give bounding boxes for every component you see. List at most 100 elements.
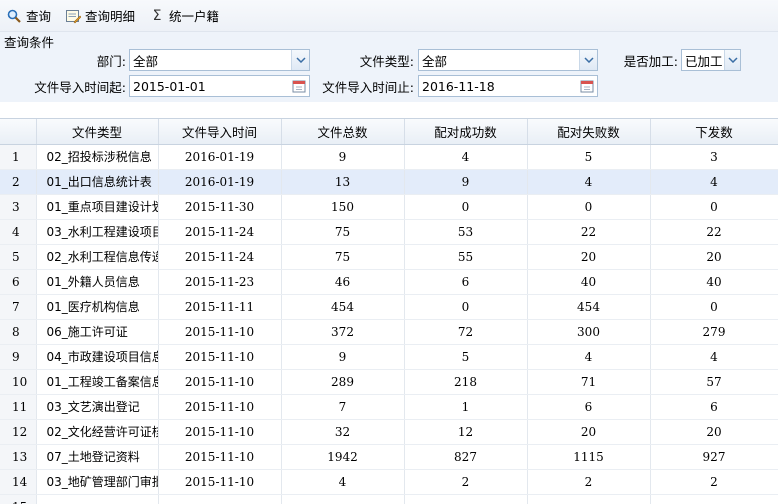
- table-cell: 454: [281, 294, 405, 320]
- table-cell: 2015-11-24: [158, 244, 282, 270]
- sigma-icon: Σ: [152, 7, 162, 24]
- table-cell: 4: [527, 169, 651, 195]
- table-cell: 1: [404, 394, 528, 420]
- table-row[interactable]: 15: [0, 494, 778, 504]
- table-cell: 40: [650, 269, 778, 295]
- department-select[interactable]: 全部: [129, 49, 310, 71]
- start-date-label: 文件导入时间起:: [34, 80, 126, 95]
- detail-icon: [65, 8, 82, 24]
- row-number: 15: [0, 494, 37, 504]
- table-cell: 20: [527, 244, 651, 270]
- grid-header-row: 文件类型 文件导入时间 文件总数 配对成功数 配对失败数 下发数: [0, 119, 778, 145]
- column-header[interactable]: 文件导入时间: [158, 119, 282, 145]
- table-row[interactable]: 11 03_文艺演出登记 2015-11-10 7 1 6 6: [0, 394, 778, 420]
- table-cell: [36, 494, 159, 504]
- table-row[interactable]: 13 07_土地登记资料 2015-11-10 1942 827 1115 927: [0, 444, 778, 470]
- table-cell: 454: [527, 294, 651, 320]
- table-cell: 01_工程竣工备案信息: [36, 369, 159, 395]
- table-cell: 75: [281, 219, 405, 245]
- table-cell: 06_施工许可证: [36, 319, 159, 345]
- table-row[interactable]: 2 01_出口信息统计表 2016-01-19 13 9 4 4: [0, 169, 778, 195]
- column-header[interactable]: 配对成功数: [404, 119, 528, 145]
- row-number: 12: [0, 419, 37, 445]
- table-cell: 0: [404, 194, 528, 220]
- table-row[interactable]: 502_水利工程信息传递表2015-11-2475552020: [0, 244, 778, 270]
- table-row[interactable]: 1403_地矿管理部门审批文2015-11-104222: [0, 469, 778, 495]
- chevron-down-icon[interactable]: [579, 50, 597, 70]
- processed-label: 是否加工:: [623, 54, 678, 69]
- table-cell: 01_医疗机构信息: [36, 294, 159, 320]
- table-cell: 2015-11-10: [158, 419, 282, 445]
- row-number: 6: [0, 269, 37, 295]
- table-cell: 72: [404, 319, 528, 345]
- search-icon: [6, 8, 22, 24]
- table-row[interactable]: 8 06_施工许可证 2015-11-10 372 72 300 279: [0, 319, 778, 345]
- table-cell: 4: [527, 344, 651, 370]
- table-cell: 02_文化经营许可证核发: [36, 419, 159, 445]
- row-number: 4: [0, 219, 37, 245]
- table-cell: 01_出口信息统计表: [36, 169, 159, 195]
- table-cell: 04_市政建设项目信息: [36, 344, 159, 370]
- row-number: 13: [0, 444, 37, 470]
- table-cell: 2015-11-10: [158, 444, 282, 470]
- chevron-down-icon[interactable]: [291, 50, 309, 70]
- table-row[interactable]: 403_水利工程建设项目中2015-11-2475532222: [0, 219, 778, 245]
- query-label: 查询: [26, 9, 52, 24]
- table-cell: 827: [404, 444, 528, 470]
- unify-household-button[interactable]: Σ 统一户籍: [149, 5, 219, 27]
- table-cell: 6: [404, 269, 528, 295]
- processed-select[interactable]: 已加工: [681, 49, 741, 71]
- table-row[interactable]: 10 01_工程竣工备案信息 2015-11-10 289 218 71 57: [0, 369, 778, 395]
- table-row[interactable]: 7 01_医疗机构信息 2015-11-11 454 0 454 0: [0, 294, 778, 320]
- table-cell: 5: [404, 344, 528, 370]
- filetype-select[interactable]: 全部: [418, 49, 598, 71]
- column-header[interactable]: 文件类型: [36, 119, 159, 145]
- table-cell: 6: [650, 394, 778, 420]
- results-grid: 文件类型 文件导入时间 文件总数 配对成功数 配对失败数 下发数 1 02_招投标涉税信息 2…: [0, 118, 778, 504]
- row-number: 14: [0, 469, 37, 495]
- end-date-input[interactable]: 2016-11-18: [418, 75, 598, 97]
- table-cell: 75: [281, 244, 405, 270]
- row-number: 11: [0, 394, 37, 420]
- query-detail-button[interactable]: 查询明细: [65, 5, 135, 27]
- table-cell: [158, 494, 282, 504]
- end-date-label: 文件导入时间止:: [322, 80, 414, 95]
- table-cell: 2015-11-10: [158, 319, 282, 345]
- table-cell: 07_土地登记资料: [36, 444, 159, 470]
- row-number: 1: [0, 144, 37, 170]
- start-date-input[interactable]: 2015-01-01: [129, 75, 310, 97]
- table-cell: 2015-11-11: [158, 294, 282, 320]
- table-cell: 1115: [527, 444, 651, 470]
- table-cell: 2015-11-10: [158, 344, 282, 370]
- table-cell: 40: [527, 269, 651, 295]
- column-header[interactable]: 下发数: [650, 119, 778, 145]
- calendar-icon[interactable]: [577, 76, 597, 96]
- table-cell: [404, 494, 528, 504]
- row-number: 3: [0, 194, 37, 220]
- table-cell: 2: [650, 469, 778, 495]
- table-cell: 2016-01-19: [158, 144, 282, 170]
- table-cell: 150: [281, 194, 405, 220]
- row-number: 2: [0, 169, 37, 195]
- table-row[interactable]: 1 02_招投标涉税信息 2016-01-19 9 4 5 3: [0, 144, 778, 170]
- table-row[interactable]: 6 01_外籍人员信息 2015-11-23 46 6 40 40: [0, 269, 778, 295]
- table-cell: 53: [404, 219, 528, 245]
- table-cell: 02_招投标涉税信息: [36, 144, 159, 170]
- table-row[interactable]: 1202_文化经营许可证核发2015-11-1032122020: [0, 419, 778, 445]
- row-number: 5: [0, 244, 37, 270]
- column-header[interactable]: [0, 119, 37, 145]
- query-button[interactable]: 查询: [6, 5, 51, 27]
- column-header[interactable]: 文件总数: [281, 119, 405, 145]
- chevron-down-icon[interactable]: [724, 50, 740, 70]
- table-cell: 4: [281, 469, 405, 495]
- table-cell: 7: [281, 394, 405, 420]
- table-row[interactable]: 9 04_市政建设项目信息 2015-11-10 9 5 4 4: [0, 344, 778, 370]
- table-row[interactable]: 3 01_重点项目建设计划 2015-11-30 150 0 0 0: [0, 194, 778, 220]
- table-cell: 20: [650, 419, 778, 445]
- table-cell: 57: [650, 369, 778, 395]
- table-cell: 0: [650, 194, 778, 220]
- row-number: 9: [0, 344, 37, 370]
- column-header[interactable]: 配对失败数: [527, 119, 651, 145]
- table-cell: 2015-11-30: [158, 194, 282, 220]
- table-cell: 300: [527, 319, 651, 345]
